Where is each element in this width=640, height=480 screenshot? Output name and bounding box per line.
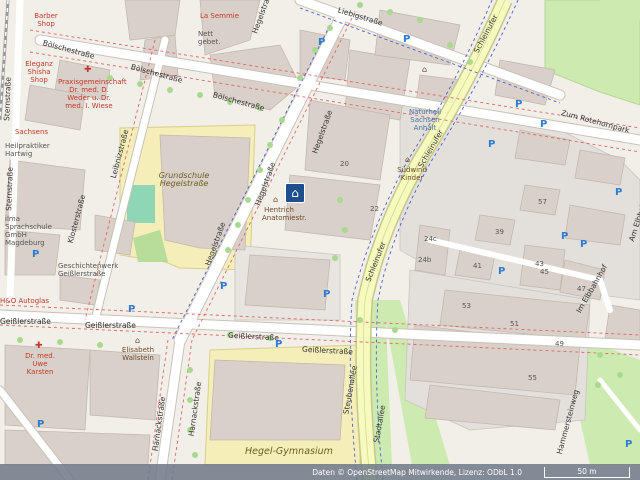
house-number: 49 — [555, 340, 564, 348]
house-number: 22 — [370, 205, 379, 213]
parking-marker[interactable]: P — [323, 290, 330, 300]
poi-label-praxis: Praxisgemeinschaft Dr. med. D. Weder u. … — [58, 78, 127, 110]
poi-label-hentrich: Hentrich Anatomiestr. — [262, 206, 307, 222]
parking-marker[interactable]: P — [275, 340, 282, 350]
house-number: 20 — [340, 160, 349, 168]
poi-label-naturheil: Naturheil Sachsen Anhalt — [408, 108, 442, 132]
medical-icon: ✚ — [35, 341, 43, 351]
home-location-pin[interactable]: ⌂ — [285, 183, 305, 203]
map-view[interactable]: Liebigstraße Bölschestraße Bölschestraße… — [0, 0, 640, 480]
house-number: 39 — [495, 228, 504, 236]
poi-label-eleganz: Eleganz Shisha Shop — [25, 60, 53, 84]
museum-icon: ⌂ — [135, 336, 141, 345]
house-number: 41 — [473, 262, 482, 270]
parking-marker[interactable]: P — [515, 100, 522, 110]
museum-icon: ⌂ — [273, 195, 279, 204]
street-label-sternstrasse: Sternstraße — [4, 166, 15, 212]
poi-label-autoglas: H&O Autoglas — [0, 297, 50, 305]
parking-marker[interactable]: P — [540, 120, 547, 130]
parking-marker[interactable]: P — [32, 250, 39, 260]
house-number: 57 — [538, 198, 547, 206]
parking-marker[interactable]: P — [615, 188, 622, 198]
parking-marker[interactable]: P — [498, 267, 505, 277]
poi-label-dr-karsten: Dr. med. Uwe Karsten — [25, 352, 55, 376]
scale-bar: 50 m — [544, 467, 630, 478]
street-label-geisslerstrasse: Geißlerstraße — [0, 317, 51, 326]
poi-label-sudwind: Südwind Kinder — [397, 166, 427, 182]
poi-label-heilpraktiker: Heilpraktiker Hartwig — [5, 142, 50, 158]
parking-marker[interactable]: P — [561, 232, 568, 242]
parking-marker[interactable]: P — [488, 140, 495, 150]
parking-marker[interactable]: P — [580, 240, 587, 250]
poi-label-nett: Nett gebet. — [198, 30, 221, 46]
museum-icon: ⌂ — [405, 155, 411, 164]
poi-label-elisabeth: Elisabeth Wallstein — [121, 346, 155, 362]
house-number: 53 — [462, 302, 471, 310]
street-label-geisslerstrasse: Geißlerstraße — [85, 321, 136, 330]
poi-label-sachsens: Sachsens — [15, 128, 49, 136]
poi-label-ilma: ilma Sprachschule GmbH Magdeburg — [5, 215, 52, 247]
map-tiles — [0, 0, 640, 480]
home-icon: ⌂ — [291, 186, 299, 200]
poi-label-hegel-gymnasium: Hegel-Gymnasium — [245, 446, 333, 457]
house-number: 45 — [540, 268, 549, 276]
parking-marker[interactable]: P — [403, 35, 410, 45]
parking-marker[interactable]: P — [220, 282, 227, 292]
house-number: 43 — [535, 260, 544, 268]
poi-label-grundschule: Grundschule Hegelstraße — [158, 171, 210, 188]
poi-label-geschichtenwerk: Geschichtenwerk Geißlerstraße — [58, 262, 119, 278]
house-number: 51 — [510, 320, 519, 328]
house-number: 24c — [424, 235, 437, 243]
house-number: 24b — [418, 256, 432, 264]
medical-icon: ✚ — [84, 65, 92, 75]
map-attribution[interactable]: Daten © OpenStreetMap Mitwirkende, Lizen… — [312, 468, 522, 477]
parking-marker[interactable]: P — [128, 305, 135, 315]
poi-label-barber: Barber Shop — [34, 12, 58, 28]
street-label-sternstrasse: Sternstraße — [2, 76, 13, 122]
house-number: 55 — [528, 374, 537, 382]
poi-label-la-semmie: La Semmie — [200, 12, 240, 20]
house-number: 47 — [577, 285, 586, 293]
museum-icon: ⌂ — [422, 65, 428, 74]
parking-marker[interactable]: P — [318, 38, 325, 48]
parking-marker[interactable]: P — [625, 440, 632, 450]
map-footer: Daten © OpenStreetMap Mitwirkende, Lizen… — [0, 464, 640, 480]
parking-marker[interactable]: P — [37, 420, 44, 430]
